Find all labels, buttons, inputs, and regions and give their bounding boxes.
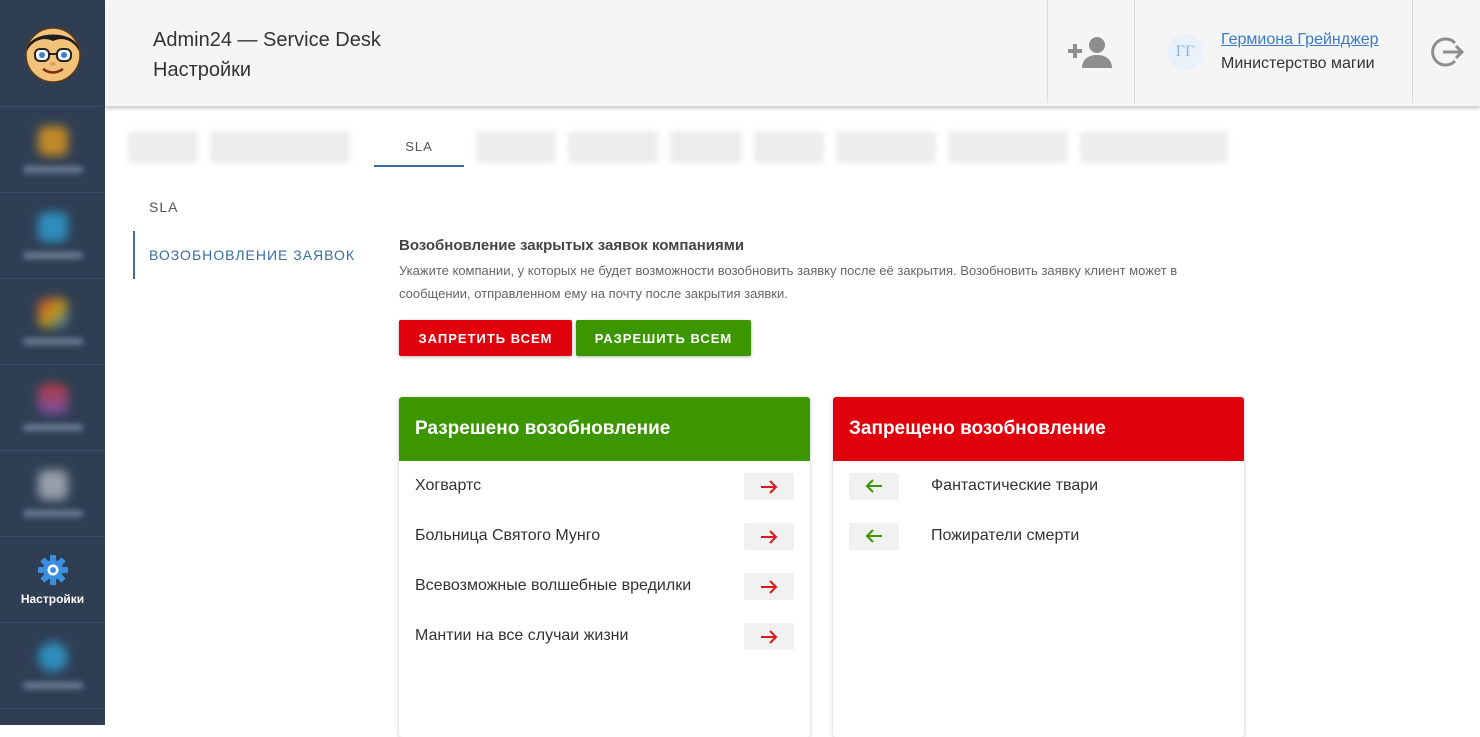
add-user-icon [1067, 36, 1112, 68]
list-item: Пожиратели смерти [833, 511, 1244, 561]
arrow-left-icon [865, 529, 882, 543]
company-name: Больница Святого Мунго [415, 527, 601, 544]
nav-3-icon [37, 298, 68, 328]
nav-item-4[interactable] [0, 365, 105, 451]
reopening-settings: Возобновление закрытых заявок компаниями… [399, 234, 1249, 356]
section-title: Возобновление закрытых заявок компаниями [399, 237, 745, 254]
tab-blurred[interactable] [948, 131, 1068, 163]
nav-item-settings[interactable]: Настройки [0, 537, 105, 623]
logout-button[interactable] [1413, 0, 1480, 103]
list-item: Хогвартс [399, 461, 810, 511]
move-to-allowed-button[interactable] [849, 472, 899, 500]
user-name-link[interactable]: Гермиона Грейнджер [1221, 28, 1379, 52]
gear-icon [37, 554, 68, 585]
logout-icon [1430, 37, 1464, 66]
nav-item-2[interactable] [0, 193, 105, 279]
top-header: Admin24 — Service Desk Настройки ГГ Герм… [105, 0, 1480, 107]
nav-settings-label: Настройки [20, 591, 85, 606]
section-description: Укажите компании, у которых не будет воз… [399, 263, 1178, 301]
sla-subnav: SLA ВОЗОБНОВЛЕНИЕ ЗАЯВОК [133, 183, 363, 279]
app-title: Admin24 — Service Desk [153, 29, 381, 51]
nav-7-icon [37, 642, 68, 672]
allow-all-button[interactable]: РАЗРЕШИТЬ ВСЕМ [576, 320, 751, 356]
header-title-block: Admin24 — Service Desk Настройки [153, 25, 381, 85]
nav-4-icon [37, 384, 68, 414]
company-name: Мантии на все случаи жизни [415, 627, 629, 644]
company-name: Фантастические твари [931, 477, 1099, 494]
settings-tabs: SLA [128, 127, 1240, 167]
arrow-right-icon [761, 479, 778, 494]
tab-sla[interactable]: SLA [374, 127, 464, 167]
main-nav: Настройки [0, 0, 105, 725]
nav-5-icon [37, 470, 68, 500]
tab-blurred[interactable] [128, 131, 198, 163]
user-organization: Министерство магии [1221, 54, 1375, 72]
deny-all-button[interactable]: ЗАПРЕТИТЬ ВСЕМ [399, 320, 572, 356]
arrow-left-icon [865, 479, 882, 493]
tab-blurred[interactable] [210, 131, 350, 163]
user-profile: ГГ Гермиона Грейнджер Министерство магии [1135, 0, 1412, 103]
move-to-denied-button[interactable] [744, 623, 794, 650]
company-lists: Разрешено возобновление Хогвартс Больниц… [399, 397, 1245, 737]
subnav-item-reopening[interactable]: ВОЗОБНОВЛЕНИЕ ЗАЯВОК [133, 231, 363, 279]
nav-item-7[interactable] [0, 623, 105, 709]
tab-blurred[interactable] [568, 131, 658, 163]
move-to-denied-button[interactable] [744, 573, 794, 600]
company-name: Пожиратели смерти [931, 527, 1080, 544]
company-name: Всевозможные волшебные вредилки [415, 577, 692, 594]
subnav-item-sla[interactable]: SLA [133, 183, 363, 231]
allowed-panel-title: Разрешено возобновление [399, 397, 810, 461]
page-title: Настройки [153, 59, 252, 81]
denied-panel: Запрещено возобновление Фантастические т… [833, 397, 1244, 737]
arrow-right-icon [761, 629, 778, 644]
nav-item-3[interactable] [0, 279, 105, 365]
nav-1-icon [37, 126, 68, 156]
tab-blurred[interactable] [836, 131, 936, 163]
list-item: Всевозможные волшебные вредилки [399, 561, 810, 611]
move-to-denied-button[interactable] [744, 473, 794, 500]
tab-blurred[interactable] [754, 131, 824, 163]
list-item: Больница Святого Мунго [399, 511, 810, 561]
move-to-allowed-button[interactable] [849, 522, 899, 550]
tab-blurred[interactable] [1080, 131, 1228, 163]
nav-2-icon [37, 212, 68, 242]
avatar[interactable]: ГГ [1167, 33, 1203, 70]
move-to-denied-button[interactable] [744, 523, 794, 550]
denied-panel-title: Запрещено возобновление [833, 397, 1244, 461]
add-user-button[interactable] [1047, 0, 1134, 103]
allowed-panel: Разрешено возобновление Хогвартс Больниц… [399, 397, 810, 737]
arrow-right-icon [761, 529, 778, 544]
logo[interactable] [0, 0, 105, 107]
list-item: Мантии на все случаи жизни [399, 611, 810, 661]
logo-face-icon [24, 27, 81, 83]
arrow-right-icon [761, 579, 778, 594]
tab-blurred[interactable] [670, 131, 742, 163]
company-name: Хогвартс [415, 477, 482, 494]
list-item: Фантастические твари [833, 461, 1244, 511]
nav-item-1[interactable] [0, 107, 105, 193]
nav-item-5[interactable] [0, 451, 105, 537]
tab-blurred[interactable] [476, 131, 556, 163]
